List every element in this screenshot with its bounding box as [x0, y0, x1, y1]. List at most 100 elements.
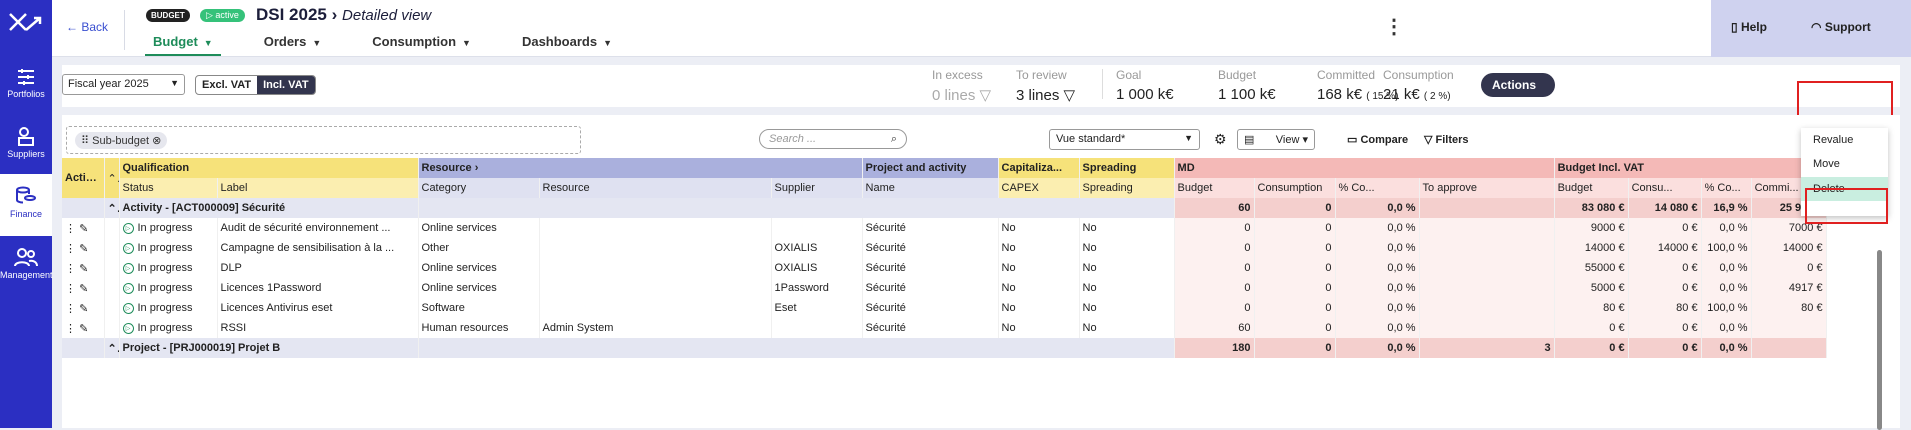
column-header[interactable]: Supplier	[771, 178, 863, 198]
column-header[interactable]: Spreading	[1079, 178, 1175, 198]
group-row-activity[interactable]: ⌃ Activity - [ACT000009] Sécurité 60 0 0…	[62, 198, 1827, 218]
column-header[interactable]: % Co...	[1335, 178, 1420, 198]
collapse-all-icon[interactable]: ⌃	[104, 158, 120, 198]
more-vertical-icon[interactable]: ⋮	[65, 243, 76, 255]
page-title: DSI 2025 › Detailed view	[256, 5, 432, 24]
search-input[interactable]: Search ... ⌕	[759, 129, 907, 149]
gear-icon[interactable]: ⚙	[1214, 131, 1227, 148]
qualification-header: Qualification	[119, 158, 419, 178]
chevron-right-icon: ›	[474, 162, 479, 174]
divider	[124, 10, 125, 50]
edit-icon[interactable]: ✎	[79, 263, 88, 275]
sidebar-label: Portfolios	[7, 89, 45, 99]
help-button[interactable]: ▯ Help	[1731, 20, 1767, 34]
table-row[interactable]: ⋮ ✎ ▷ In progress RSSI Human resources Admi…	[62, 318, 1827, 338]
budget-panel: ⠿ Sub-budget ⊗ Search ... ⌕ Vue standard*…	[62, 115, 1900, 428]
md-header: MD	[1174, 158, 1555, 178]
support-button[interactable]: ◠ Support	[1811, 20, 1871, 34]
group-label: Project - [PRJ000019] Projet B	[119, 338, 419, 358]
vat-toggle: Excl. VAT Incl. VAT	[195, 75, 316, 95]
edit-icon[interactable]: ✎	[79, 323, 88, 335]
close-icon[interactable]: ⊗	[152, 135, 161, 147]
edit-icon[interactable]: ✎	[79, 243, 88, 255]
column-header[interactable]: Consumption	[1254, 178, 1336, 198]
app-logo-icon[interactable]	[6, 10, 46, 42]
actions-header: Actions	[62, 158, 105, 198]
compare-button[interactable]: ▭ Compare	[1347, 133, 1408, 146]
resource-header[interactable]: Resource ›	[418, 158, 863, 178]
table-row[interactable]: ⋮ ✎ ▷ In progress DLP Online services OXIAL…	[62, 258, 1827, 278]
back-link[interactable]: ← Back	[66, 20, 108, 34]
row-actions: ⋮ ✎	[62, 218, 105, 238]
chevron-down-icon: ⌄	[1492, 92, 1503, 106]
view-select[interactable]: ▤ View ▾	[1237, 129, 1315, 150]
sidebar-item-management[interactable]: Management	[0, 247, 53, 280]
budget-badge: BUDGET	[146, 9, 190, 22]
edit-icon[interactable]: ✎	[79, 223, 88, 235]
sidebar-label: Management	[0, 270, 53, 280]
fiscal-year-select[interactable]: Fiscal year 2025 ▼	[62, 74, 185, 95]
column-header[interactable]: Name	[862, 178, 999, 198]
column-header[interactable]: To approve	[1419, 178, 1555, 198]
actions-button[interactable]: Actions ⌄	[1481, 73, 1555, 106]
more-vertical-icon[interactable]: ⋮	[65, 323, 76, 335]
table-row[interactable]: ⋮ ✎ ▷ In progress Campagne de sensibilisa…	[62, 238, 1827, 258]
management-icon	[14, 248, 38, 267]
column-header[interactable]: Budget	[1554, 178, 1629, 198]
finance-icon	[16, 186, 36, 204]
table-row[interactable]: ⋮ ✎ ▷ In progress Audit de sécurité envir…	[62, 218, 1827, 238]
sidebar-item-finance[interactable]: Finance	[0, 174, 52, 236]
more-options-icon[interactable]: ⋮	[1384, 14, 1404, 39]
collapse-icon[interactable]: ⌃	[104, 198, 120, 218]
kpi-to-review[interactable]: To review 3 lines ▽	[1016, 68, 1075, 104]
more-vertical-icon[interactable]: ⋮	[65, 263, 76, 275]
kpi-in-excess[interactable]: In excess 0 lines ▽	[932, 68, 991, 104]
status-cell: ▷ In progress	[119, 298, 218, 318]
sidebar-item-suppliers[interactable]: Suppliers	[0, 126, 52, 159]
tab-orders[interactable]: Orders ▼	[256, 34, 330, 56]
row-actions: ⋮ ✎	[62, 258, 105, 278]
table-row[interactable]: ⋮ ✎ ▷ In progress Licences Antivirus eset…	[62, 298, 1827, 318]
play-icon: ▷	[122, 262, 134, 274]
excl-vat-option[interactable]: Excl. VAT	[196, 76, 257, 94]
more-vertical-icon[interactable]: ⋮	[65, 303, 76, 315]
highlight-delete	[1805, 188, 1888, 224]
view-preset-select[interactable]: Vue standard* ▼	[1049, 129, 1200, 150]
column-header[interactable]: CAPEX	[998, 178, 1080, 198]
row-actions: ⋮ ✎	[62, 238, 105, 258]
group-row-project[interactable]: ⌃ Project - [PRJ000019] Projet B 180 0 0…	[62, 338, 1827, 358]
collapse-icon[interactable]: ⌃	[104, 338, 120, 358]
column-header[interactable]: Status	[119, 178, 218, 198]
more-vertical-icon[interactable]: ⋮	[65, 283, 76, 295]
column-header[interactable]: Label	[217, 178, 419, 198]
tab-budget[interactable]: Budget ▼	[145, 34, 221, 56]
page-subtitle: Detailed view	[342, 7, 432, 24]
more-vertical-icon[interactable]: ⋮	[65, 223, 76, 235]
column-header[interactable]: Budget	[1174, 178, 1255, 198]
chevron-down-icon: ▼	[203, 38, 213, 48]
project-header: Project and activity	[862, 158, 999, 178]
column-header[interactable]: Resource	[539, 178, 772, 198]
tab-consumption[interactable]: Consumption ▼	[364, 34, 479, 56]
menu-item-revalue[interactable]: Revalue	[1801, 128, 1888, 152]
sidebar-item-portfolios[interactable]: Portfolios	[0, 68, 52, 99]
column-header[interactable]: Consu...	[1628, 178, 1702, 198]
arrow-left-icon: ←	[66, 20, 82, 34]
incl-vat-option[interactable]: Incl. VAT	[257, 76, 315, 94]
column-header[interactable]: Category	[418, 178, 540, 198]
kpi-consumption-value: Consumption 21 k€ ( 2 %)	[1383, 68, 1454, 103]
vertical-scrollbar[interactable]	[1877, 250, 1882, 430]
menu-item-move[interactable]: Move	[1801, 152, 1888, 176]
sidebar-label: Suppliers	[7, 149, 45, 159]
edit-icon[interactable]: ✎	[79, 303, 88, 315]
table-row[interactable]: ⋮ ✎ ▷ In progress Licences 1Password Onlin…	[62, 278, 1827, 298]
chevron-right-icon: ›	[331, 5, 338, 24]
filters-button[interactable]: ▽ Filters	[1424, 133, 1469, 146]
kpi-budget: Budget 1 100 k€	[1218, 68, 1276, 103]
edit-icon[interactable]: ✎	[79, 283, 88, 295]
status-cell: ▷ In progress	[119, 218, 218, 238]
column-header[interactable]: % Co...	[1701, 178, 1752, 198]
grouping-dropzone[interactable]: ⠿ Sub-budget ⊗	[66, 126, 581, 154]
sub-budget-chip[interactable]: ⠿ Sub-budget ⊗	[75, 132, 168, 149]
tab-dashboards[interactable]: Dashboards ▼	[514, 34, 620, 56]
